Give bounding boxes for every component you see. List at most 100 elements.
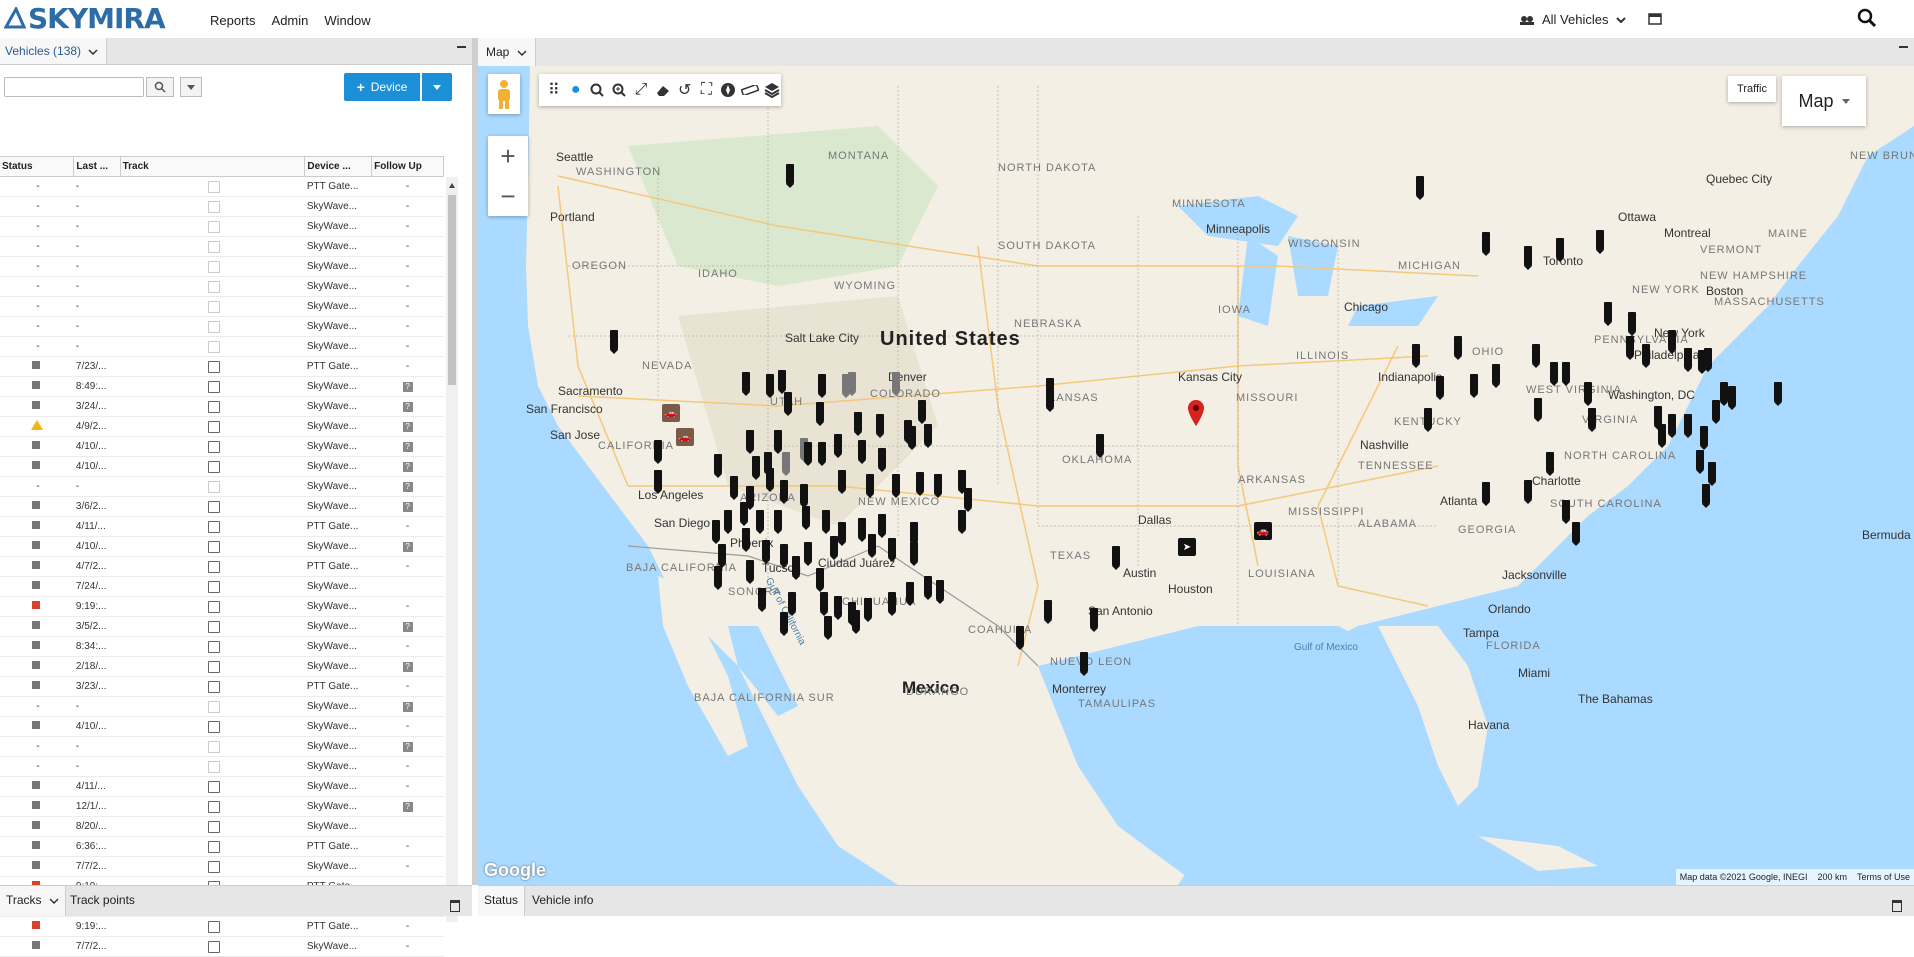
minimize-button[interactable] <box>457 46 466 48</box>
table-row[interactable]: - - PTT Gate... - <box>0 176 444 197</box>
vehicle-marker[interactable] <box>854 412 862 436</box>
follow-up-icon[interactable]: ? <box>402 462 413 472</box>
vehicle-marker[interactable] <box>1604 302 1612 326</box>
vehicle-marker[interactable] <box>876 414 884 438</box>
follow-up-icon[interactable]: ? <box>402 382 413 392</box>
restore-button[interactable] <box>450 900 460 912</box>
vehicle-marker[interactable] <box>906 582 914 606</box>
track-checkbox[interactable] <box>208 560 221 573</box>
vehicle-marker[interactable] <box>756 510 764 534</box>
vehicle-marker[interactable] <box>1524 246 1532 270</box>
vehicle-search-button[interactable] <box>146 77 174 97</box>
follow-up-icon[interactable]: ? <box>402 422 413 432</box>
vehicle-marker[interactable] <box>1696 450 1704 474</box>
vehicle-marker[interactable] <box>1668 414 1676 438</box>
vehicle-marker[interactable] <box>864 598 872 622</box>
vehicle-marker[interactable] <box>958 470 966 494</box>
pin-icon[interactable]: ● <box>567 78 585 102</box>
follow-up-icon[interactable]: ? <box>402 702 413 712</box>
table-row[interactable]: - - SkyWave...? <box>0 696 444 717</box>
vehicle-selector[interactable]: All Vehicles <box>1520 12 1627 27</box>
ruler-icon[interactable] <box>741 78 760 102</box>
vehicle-marker[interactable] <box>858 440 866 464</box>
vehicle-marker[interactable] <box>892 474 900 498</box>
vehicle-marker[interactable] <box>780 612 788 636</box>
track-checkbox[interactable] <box>208 360 221 373</box>
vehicle-marker[interactable] <box>878 448 886 472</box>
vehicle-marker[interactable] <box>778 370 786 394</box>
table-row[interactable]: 4/10/... SkyWave... - <box>0 716 444 737</box>
vehicle-marker[interactable] <box>888 538 896 562</box>
vehicle-marker[interactable] <box>730 476 738 500</box>
table-row[interactable]: 8:49:... SkyWave...? <box>0 376 444 397</box>
table-row[interactable]: - - SkyWave...? <box>0 736 444 757</box>
vehicle-marker[interactable] <box>918 400 926 424</box>
track-checkbox[interactable] <box>208 540 221 553</box>
track-checkbox[interactable] <box>208 660 221 673</box>
car-icon[interactable]: 🚗 <box>1254 522 1272 540</box>
track-checkbox[interactable] <box>208 640 221 653</box>
vehicle-marker[interactable] <box>802 506 810 530</box>
zoom-out-button[interactable]: − <box>488 176 528 216</box>
menu-window[interactable]: Window <box>324 13 370 28</box>
vehicle-marker[interactable] <box>610 330 618 354</box>
follow-up-icon[interactable]: ? <box>402 742 413 752</box>
vehicle-marker[interactable] <box>712 520 720 544</box>
track-checkbox[interactable] <box>208 620 221 633</box>
traffic-button[interactable]: Traffic <box>1728 76 1776 102</box>
table-row[interactable]: 12/1/... SkyWave...? <box>0 796 444 817</box>
track-checkbox[interactable] <box>208 800 221 813</box>
vehicle-marker[interactable] <box>868 534 876 558</box>
menu-admin[interactable]: Admin <box>272 13 309 28</box>
vehicle-marker[interactable] <box>742 528 750 552</box>
track-checkbox[interactable] <box>208 440 221 453</box>
vehicle-marker[interactable] <box>1546 452 1554 476</box>
eraser-icon[interactable] <box>654 78 672 102</box>
vehicle-marker[interactable] <box>924 576 932 600</box>
track-checkbox[interactable] <box>208 580 221 593</box>
vehicle-marker[interactable] <box>654 470 662 494</box>
follow-up-icon[interactable]: ? <box>402 482 413 492</box>
column-status[interactable]: Status <box>0 156 75 177</box>
vehicle-marker[interactable] <box>762 540 770 564</box>
vehicle-marker[interactable] <box>1668 330 1676 354</box>
tab-status[interactable]: Status <box>478 886 526 916</box>
track-checkbox[interactable] <box>208 780 221 793</box>
vehicle-marker[interactable] <box>740 502 748 526</box>
filter-dropdown-button[interactable] <box>180 77 202 97</box>
table-row[interactable]: - - SkyWave... - <box>0 196 444 217</box>
vehicle-marker[interactable] <box>910 542 918 566</box>
table-row[interactable]: 7/7/2... SkyWave... - <box>0 856 444 877</box>
table-row[interactable]: 3/24/... SkyWave...? <box>0 396 444 417</box>
vehicle-marker[interactable] <box>1532 344 1540 368</box>
tab-tracks[interactable]: Tracks <box>0 886 66 916</box>
compass-icon[interactable] <box>719 78 737 102</box>
vehicle-marker[interactable] <box>1492 364 1500 388</box>
track-checkbox[interactable] <box>208 680 221 693</box>
track-checkbox[interactable] <box>208 720 221 733</box>
table-row[interactable]: - - SkyWave... - <box>0 256 444 277</box>
vehicle-marker[interactable] <box>714 566 722 590</box>
vehicle-marker[interactable] <box>936 580 944 604</box>
table-row[interactable]: 4/11/... PTT Gate... - <box>0 516 444 537</box>
expand-icon[interactable]: ⤢ <box>632 78 650 102</box>
vehicle-marker[interactable] <box>724 510 732 534</box>
navigation-arrow-icon[interactable]: ➤ <box>1178 538 1196 556</box>
track-checkbox[interactable] <box>208 460 221 473</box>
vehicle-marker[interactable] <box>820 592 828 616</box>
vehicle-marker[interactable] <box>1534 398 1542 422</box>
map-type-selector[interactable]: Map <box>1782 76 1866 126</box>
follow-up-icon[interactable]: ? <box>402 542 413 552</box>
vehicle-marker[interactable] <box>1412 344 1420 368</box>
vehicle-marker[interactable] <box>784 392 792 416</box>
track-checkbox[interactable] <box>208 400 221 413</box>
skymira-logo[interactable]: SKYMIRA <box>4 0 166 36</box>
vehicle-marker[interactable] <box>1482 232 1490 256</box>
vehicle-marker[interactable] <box>804 442 812 466</box>
table-row[interactable]: 4/9/2... SkyWave...? <box>0 416 444 437</box>
vehicle-marker[interactable] <box>878 514 886 538</box>
table-row[interactable]: - - SkyWave... - <box>0 236 444 257</box>
vehicle-marker[interactable] <box>746 560 754 584</box>
car-icon[interactable]: 🚗 <box>662 404 680 422</box>
column-last[interactable]: Last ... <box>73 156 121 177</box>
